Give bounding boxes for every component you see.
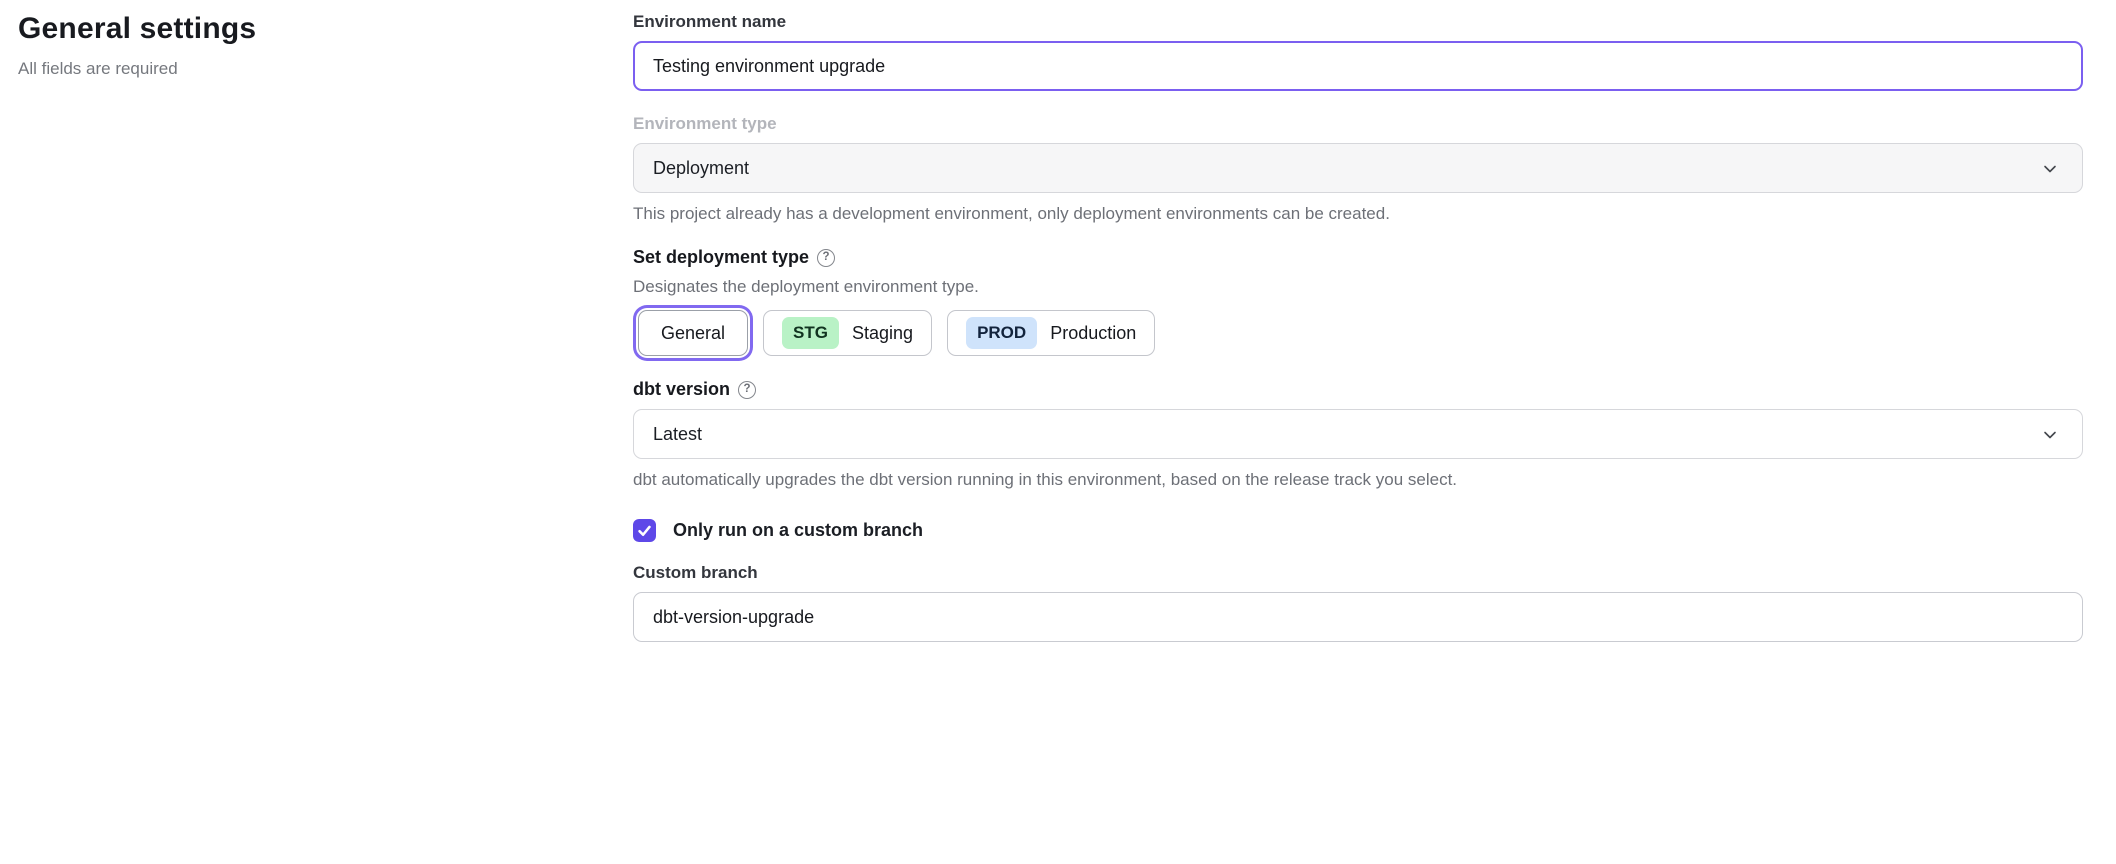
help-icon[interactable] <box>817 249 835 267</box>
deployment-type-label: Set deployment type <box>633 247 2083 268</box>
dbt-version-value: Latest <box>653 424 702 445</box>
dbt-version-helper: dbt automatically upgrades the dbt versi… <box>633 470 2083 490</box>
staging-badge: STG <box>782 317 839 349</box>
production-badge: PROD <box>966 317 1037 349</box>
custom-branch-checkbox-row: Only run on a custom branch <box>633 519 2083 542</box>
check-icon <box>636 522 653 539</box>
custom-branch-checkbox[interactable] <box>633 519 656 542</box>
environment-type-select[interactable]: Deployment <box>633 143 2083 193</box>
environment-type-label: Environment type <box>633 114 2083 134</box>
chevron-down-icon <box>2042 161 2058 182</box>
environment-settings-form: Environment name Environment type Deploy… <box>633 12 2083 642</box>
dbt-version-select[interactable]: Latest <box>633 409 2083 459</box>
deployment-type-helper: Designates the deployment environment ty… <box>633 277 2083 297</box>
custom-branch-checkbox-label[interactable]: Only run on a custom branch <box>673 520 923 541</box>
environment-type-helper: This project already has a development e… <box>633 204 2083 224</box>
environment-type-value: Deployment <box>653 158 749 179</box>
dbt-version-label: dbt version <box>633 379 2083 400</box>
page-title: General settings <box>18 12 578 46</box>
dbt-version-label-text: dbt version <box>633 379 730 400</box>
general-button-label: General <box>661 323 725 344</box>
custom-branch-label: Custom branch <box>633 563 2083 583</box>
help-icon[interactable] <box>738 381 756 399</box>
environment-name-label: Environment name <box>633 12 2083 32</box>
chevron-down-icon <box>2042 427 2058 448</box>
environment-name-input[interactable] <box>633 41 2083 91</box>
page-subtitle: All fields are required <box>18 59 578 79</box>
staging-button-label: Staging <box>852 323 913 344</box>
general-settings-page: General settings All fields are required… <box>0 0 2116 864</box>
deployment-type-production-button[interactable]: PROD Production <box>947 310 1155 356</box>
production-button-label: Production <box>1050 323 1136 344</box>
deployment-type-staging-button[interactable]: STG Staging <box>763 310 932 356</box>
custom-branch-input[interactable] <box>633 592 2083 642</box>
settings-header: General settings All fields are required <box>18 12 578 79</box>
deployment-type-general-button[interactable]: General <box>638 310 748 356</box>
deployment-type-options: General STG Staging PROD Production <box>633 310 2083 356</box>
deployment-type-label-text: Set deployment type <box>633 247 809 268</box>
